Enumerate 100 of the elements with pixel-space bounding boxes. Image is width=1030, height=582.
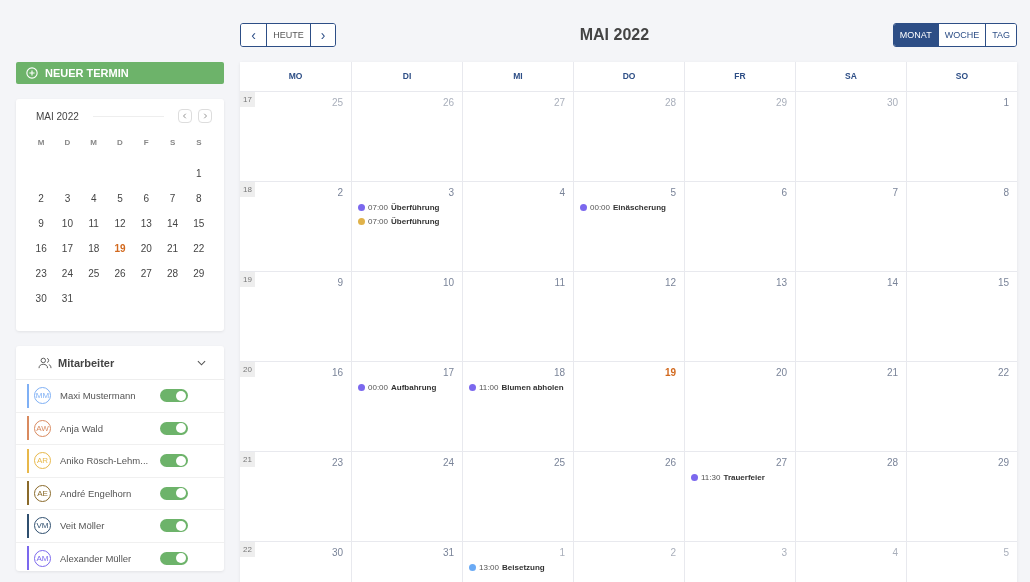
chevron-down-icon	[197, 359, 206, 366]
plus-circle-icon	[26, 67, 38, 79]
mini-calendar-day[interactable]: 18	[80, 236, 107, 261]
visibility-toggle[interactable]	[160, 389, 188, 403]
mini-calendar-day[interactable]: 14	[159, 211, 186, 236]
mini-calendar-day[interactable]: 31	[54, 286, 81, 311]
day-number: 2	[337, 187, 343, 198]
mini-calendar-day[interactable]: 17	[54, 236, 81, 261]
mini-calendar-day[interactable]: 16	[28, 236, 55, 261]
week-number: 20	[240, 362, 255, 377]
weekday-label: M	[89, 137, 99, 149]
calendar-event[interactable]: 11:00 Blumen abholen	[469, 383, 567, 392]
weekday-header: SO	[906, 62, 1017, 91]
weekday-label: M	[36, 137, 46, 149]
mini-calendar-day[interactable]: 7	[159, 186, 186, 211]
day-number: 13	[775, 277, 787, 288]
day-number: 28	[886, 457, 898, 468]
day-number: 11	[554, 277, 565, 288]
day-number: 18	[553, 367, 565, 378]
mini-calendar-day[interactable]: 4	[80, 186, 107, 211]
day-number: 30	[331, 547, 343, 558]
calendar-event[interactable]: 00:00 Einäscherung	[580, 203, 678, 212]
weekday-header: MI	[462, 62, 573, 91]
day-number: 26	[664, 457, 676, 468]
mini-calendar-day[interactable]: 1	[185, 161, 212, 186]
mini-calendar-day[interactable]: 19	[106, 236, 134, 261]
mini-calendar-day[interactable]: 6	[133, 186, 160, 211]
visibility-toggle[interactable]	[160, 486, 188, 500]
mini-calendar-day[interactable]: 28	[159, 261, 186, 286]
event-title: Trauerfeier	[723, 473, 765, 482]
visibility-toggle[interactable]	[160, 551, 188, 565]
mini-calendar-day[interactable]: 11	[80, 211, 107, 236]
mini-calendar-day[interactable]: 21	[159, 236, 186, 261]
mini-calendar-day[interactable]: 26	[106, 261, 134, 286]
visibility-toggle[interactable]	[160, 519, 188, 533]
month-title: MAI 2022	[579, 26, 650, 44]
mini-calendar-day[interactable]: 25	[80, 261, 107, 286]
day-number: 6	[781, 187, 787, 198]
previous-button[interactable]: ‹	[241, 24, 266, 46]
mini-calendar-day[interactable]: 15	[185, 211, 212, 236]
event-title: Überführung	[391, 217, 440, 226]
staff-name: Aniko Rösch-Lehm...	[60, 455, 150, 467]
day-number: 23	[331, 457, 343, 468]
mini-calendar-day[interactable]: 23	[28, 261, 55, 286]
view-tab[interactable]: TAG	[985, 24, 1016, 46]
staff-name: André Engelhorn	[60, 487, 133, 499]
mini-calendar-day[interactable]: 10	[54, 211, 81, 236]
day-number: 7	[892, 187, 898, 198]
day-number: 27	[553, 97, 565, 108]
event-time: 11:30	[701, 473, 721, 482]
mini-calendar-day[interactable]: 30	[28, 286, 55, 311]
staff-name: Veit Möller	[60, 520, 106, 532]
day-number: 4	[892, 547, 898, 558]
calendar-event[interactable]: 13:00 Beisetzung	[469, 563, 567, 572]
calendar-event[interactable]: 07:00 Überführung	[358, 217, 456, 226]
event-title: Blumen abholen	[501, 383, 564, 392]
mini-calendar-day[interactable]: 22	[185, 236, 212, 261]
mini-calendar-day[interactable]: 12	[106, 211, 134, 236]
visibility-toggle[interactable]	[160, 421, 188, 435]
chevron-left-icon	[182, 113, 188, 119]
today-button[interactable]: HEUTE	[266, 24, 310, 46]
weekday-label: D	[116, 137, 124, 149]
mini-calendar-day[interactable]: 24	[54, 261, 81, 286]
weekday-header: DO	[573, 62, 684, 91]
mini-calendar-day[interactable]: 29	[185, 261, 212, 286]
mini-calendar-day[interactable]: 20	[133, 236, 160, 261]
view-tab[interactable]: WOCHE	[937, 24, 986, 46]
day-number: 12	[664, 277, 676, 288]
day-number: 15	[997, 277, 1009, 288]
day-number: 5	[670, 187, 676, 198]
mini-calendar-day[interactable]: 13	[133, 211, 160, 236]
collapse-button[interactable]	[197, 359, 206, 366]
day-number: 28	[664, 97, 676, 108]
mini-calendar-day[interactable]: 9	[28, 211, 55, 236]
mini-calendar-day[interactable]: 5	[106, 186, 134, 211]
day-number: 3	[448, 187, 454, 198]
day-number: 3	[781, 547, 787, 558]
mini-calendar-day[interactable]: 8	[185, 186, 212, 211]
view-tab[interactable]: MONAT	[893, 24, 938, 46]
day-number: 29	[997, 457, 1009, 468]
mini-calendar-day[interactable]: 2	[28, 186, 55, 211]
mini-calendar-day[interactable]: 3	[54, 186, 81, 211]
day-number: 20	[775, 367, 787, 378]
calendar-event[interactable]: 11:30 Trauerfeier	[691, 473, 789, 482]
calendar-event[interactable]: 00:00 Aufbahrung	[358, 383, 456, 392]
chevron-right-icon	[202, 113, 208, 119]
previous-month-button[interactable]	[178, 109, 192, 123]
weekday-label: S	[195, 137, 203, 149]
event-time: 00:00	[368, 383, 389, 392]
visibility-toggle[interactable]	[160, 454, 188, 468]
event-time: 13:00	[479, 563, 500, 572]
mini-calendar-day[interactable]: 27	[133, 261, 160, 286]
next-button[interactable]: ›	[310, 24, 335, 46]
day-number: 19	[664, 367, 676, 378]
day-number: 24	[442, 457, 454, 468]
day-number: 8	[1003, 187, 1009, 198]
calendar-event[interactable]: 07:00 Überführung	[358, 203, 456, 212]
event-title: Überführung	[391, 203, 440, 212]
weekday-label: S	[168, 137, 177, 149]
next-month-button[interactable]	[198, 109, 212, 123]
